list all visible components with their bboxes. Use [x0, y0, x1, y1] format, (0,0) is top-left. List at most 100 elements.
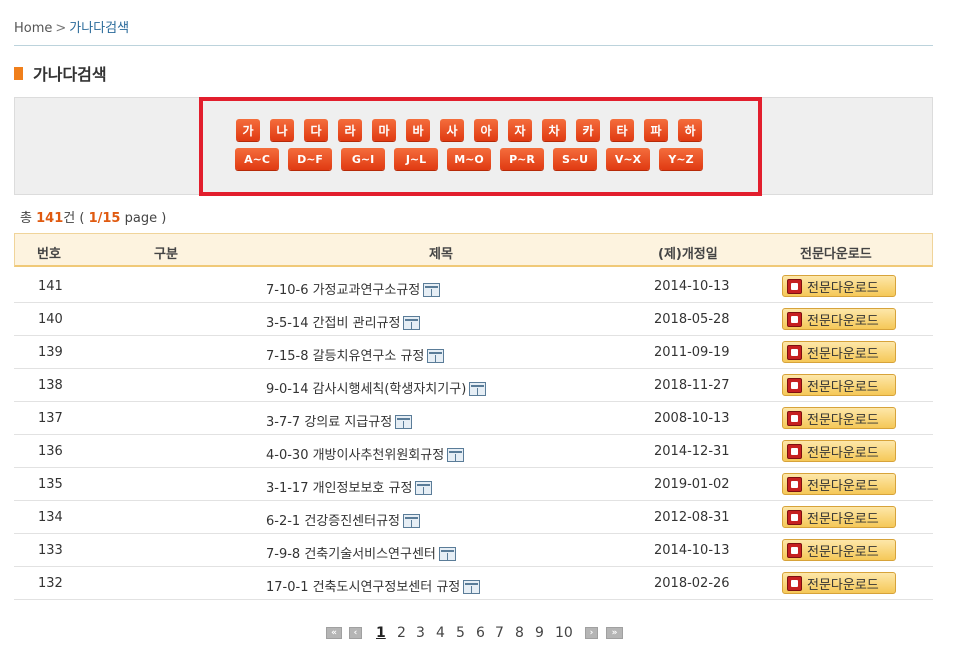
row-number: 140: [38, 312, 63, 327]
row-title-link[interactable]: 17-0-1 건축도시연구정보센터 규정: [266, 580, 460, 595]
download-button[interactable]: 전문다운로드: [782, 308, 896, 330]
download-button[interactable]: 전문다운로드: [782, 539, 896, 561]
download-button[interactable]: 전문다운로드: [782, 506, 896, 528]
page-number-link[interactable]: 2: [397, 625, 406, 641]
view-document-icon[interactable]: [438, 547, 456, 561]
row-title-link[interactable]: 7-9-8 건축기술서비스연구센터: [266, 547, 436, 562]
english-index-button[interactable]: D~F: [288, 148, 332, 170]
english-index-button[interactable]: S~U: [553, 148, 597, 170]
korean-index-button[interactable]: 아: [474, 119, 498, 141]
highlight-box: [199, 97, 762, 196]
korean-index-button[interactable]: 하: [678, 119, 702, 141]
page-number-link[interactable]: 5: [456, 625, 465, 641]
english-index-button[interactable]: J~L: [394, 148, 438, 170]
last-page-button[interactable]: »: [606, 627, 623, 639]
download-button[interactable]: 전문다운로드: [782, 341, 896, 363]
row-title-link[interactable]: 7-15-8 갈등치유연구소 규정: [266, 349, 424, 364]
korean-index-button[interactable]: 나: [270, 119, 294, 141]
table-row: 132 17-0-1 건축도시연구정보센터 규정 2018-02-26 전문다운로드: [14, 567, 933, 600]
view-document-icon[interactable]: [463, 580, 481, 594]
page-number-link[interactable]: 8: [515, 625, 524, 641]
english-index-button[interactable]: Y~Z: [659, 148, 703, 170]
first-page-button[interactable]: «: [326, 627, 342, 639]
row-number: 141: [38, 279, 63, 294]
row-title-link[interactable]: 3-1-17 개인정보보호 규정: [266, 481, 412, 496]
download-button[interactable]: 전문다운로드: [782, 440, 896, 462]
row-title-link[interactable]: 4-0-30 개방이사추천위원회규정: [266, 448, 444, 463]
download-button[interactable]: 전문다운로드: [782, 275, 896, 297]
korean-index-button[interactable]: 자: [508, 119, 532, 141]
pdf-icon: [787, 410, 802, 426]
english-index-button[interactable]: G~I: [341, 148, 385, 170]
korean-index-button[interactable]: 마: [372, 119, 396, 141]
table-row: 137 3-7-7 강의료 지급규정 2008-10-13 전문다운로드: [14, 402, 933, 435]
row-title-cell: 4-0-30 개방이사추천위원회규정: [266, 444, 465, 463]
table-row: 139 7-15-8 갈등치유연구소 규정 2011-09-19 전문다운로드: [14, 336, 933, 369]
korean-index-button[interactable]: 바: [406, 119, 430, 141]
page-number-link[interactable]: 10: [555, 625, 573, 641]
summary-close: ): [161, 211, 167, 226]
row-title-link[interactable]: 3-7-7 강의료 지급규정: [266, 415, 392, 430]
row-number: 135: [38, 477, 63, 492]
view-document-icon[interactable]: [415, 481, 433, 495]
page-number-link[interactable]: 4: [436, 625, 445, 641]
korean-index-button[interactable]: 차: [542, 119, 566, 141]
pdf-icon: [787, 377, 802, 393]
english-index-button[interactable]: V~X: [606, 148, 650, 170]
row-title-cell: 3-7-7 강의료 지급규정: [266, 411, 413, 430]
pdf-icon: [787, 278, 802, 294]
korean-index-button[interactable]: 사: [440, 119, 464, 141]
korean-index-button[interactable]: 카: [576, 119, 600, 141]
breadcrumb-separator: >: [55, 21, 67, 36]
korean-index-button[interactable]: 파: [644, 119, 668, 141]
row-number: 132: [38, 576, 63, 591]
view-document-icon[interactable]: [403, 514, 421, 528]
pdf-icon: [787, 575, 802, 591]
page-number-link[interactable]: 6: [476, 625, 485, 641]
download-button[interactable]: 전문다운로드: [782, 374, 896, 396]
pdf-icon: [787, 476, 802, 492]
view-document-icon[interactable]: [469, 382, 487, 396]
next-page-button[interactable]: ›: [585, 627, 598, 639]
page-number-link[interactable]: 9: [535, 625, 544, 641]
row-date: 2014-10-13: [654, 279, 730, 294]
summary-page-label: page: [124, 211, 158, 226]
view-document-icon[interactable]: [395, 415, 413, 429]
row-date: 2011-09-19: [654, 345, 730, 360]
english-index-button[interactable]: A~C: [235, 148, 279, 170]
korean-index-button[interactable]: 라: [338, 119, 362, 141]
row-title-link[interactable]: 9-0-14 감사시행세칙(학생자치기구): [266, 382, 466, 397]
row-title-link[interactable]: 6-2-1 건강증진센터규정: [266, 514, 400, 529]
view-document-icon[interactable]: [403, 316, 421, 330]
page-number-link[interactable]: 1: [376, 625, 386, 641]
row-number: 138: [38, 378, 63, 393]
korean-index-button[interactable]: 타: [610, 119, 634, 141]
prev-page-button[interactable]: ‹: [349, 627, 362, 639]
breadcrumb-home-link[interactable]: Home: [14, 21, 52, 36]
page-number-link[interactable]: 3: [416, 625, 425, 641]
row-title-link[interactable]: 7-10-6 가정교과연구소규정: [266, 283, 420, 298]
header-title: 제목: [429, 247, 453, 262]
korean-index-button[interactable]: 다: [304, 119, 328, 141]
download-button[interactable]: 전문다운로드: [782, 572, 896, 594]
download-button[interactable]: 전문다운로드: [782, 407, 896, 429]
header-divider: [14, 45, 933, 46]
header-date: (제)개정일: [658, 247, 718, 262]
row-number: 133: [38, 543, 63, 558]
page-number-link[interactable]: 7: [495, 625, 504, 641]
english-index-button[interactable]: M~O: [447, 148, 491, 170]
view-document-icon[interactable]: [423, 283, 441, 297]
pdf-icon: [787, 509, 802, 525]
view-document-icon[interactable]: [447, 448, 465, 462]
row-date: 2008-10-13: [654, 411, 730, 426]
korean-index-button[interactable]: 가: [236, 119, 260, 141]
row-title-link[interactable]: 3-5-14 간접비 관리규정: [266, 316, 400, 331]
download-label: 전문다운로드: [807, 577, 879, 593]
view-document-icon[interactable]: [427, 349, 445, 363]
download-button[interactable]: 전문다운로드: [782, 473, 896, 495]
download-label: 전문다운로드: [807, 379, 879, 395]
breadcrumb-current[interactable]: 가나다검색: [69, 21, 129, 36]
english-index-button[interactable]: P~R: [500, 148, 544, 170]
pdf-icon: [787, 542, 802, 558]
row-title-cell: 7-10-6 가정교과연구소규정: [266, 279, 441, 298]
